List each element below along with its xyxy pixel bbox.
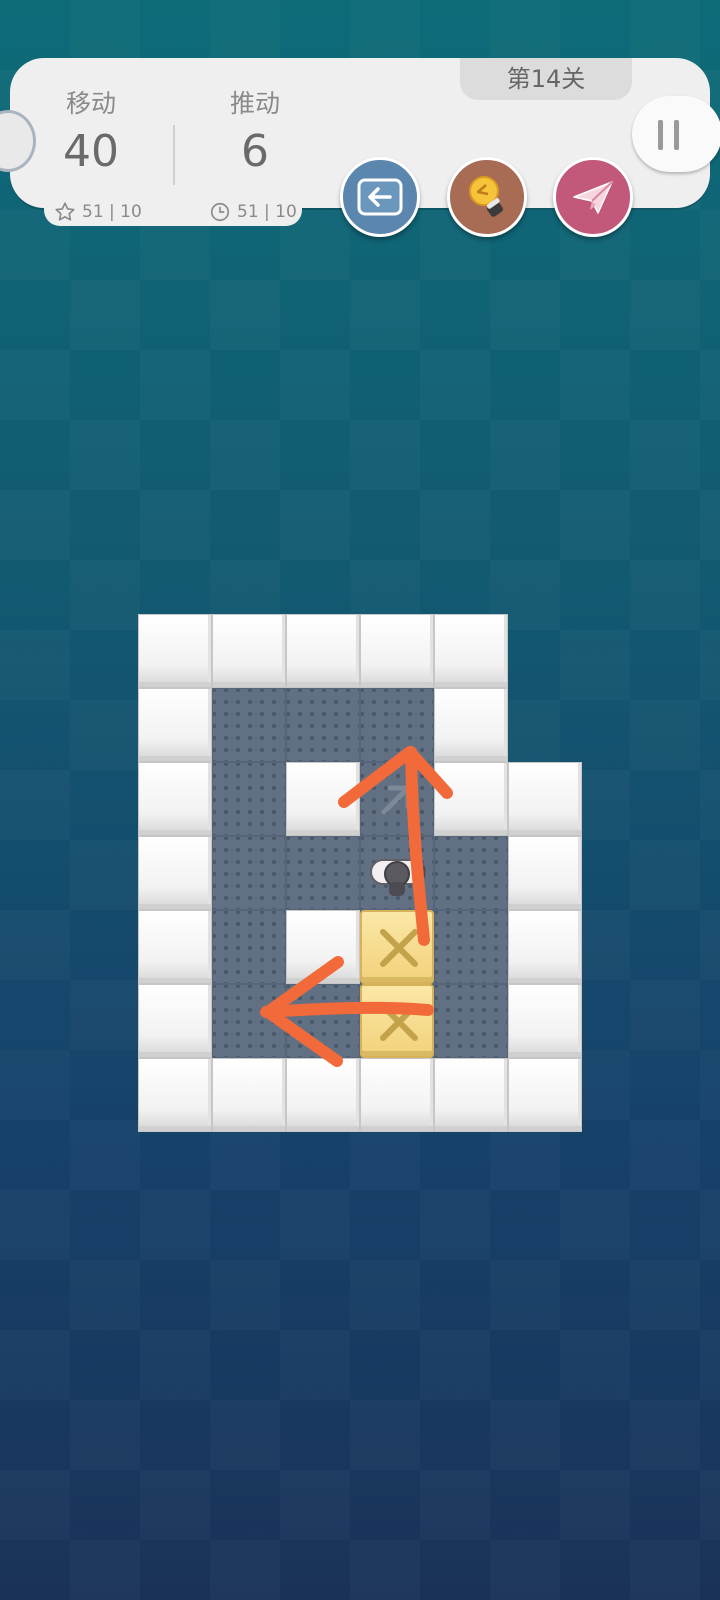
wall-tile — [138, 1058, 212, 1132]
wall-tile — [434, 1058, 508, 1132]
wall-tile — [508, 836, 582, 910]
wall-tile — [286, 614, 360, 688]
level-indicator: 第14关 — [460, 58, 632, 100]
wall-tile — [434, 762, 508, 836]
player-icon — [370, 859, 426, 896]
wall-tile — [138, 836, 212, 910]
wall-tile — [286, 910, 360, 984]
wall-tile — [138, 688, 212, 762]
crate-x-icon — [380, 929, 418, 967]
moves-count: 40 — [63, 126, 119, 177]
wall-tile — [212, 1058, 286, 1132]
clock-icon — [210, 202, 230, 222]
wall-tile — [138, 614, 212, 688]
wall-tile — [434, 688, 508, 762]
wall-tile — [138, 762, 212, 836]
floor-tile[interactable] — [212, 688, 286, 762]
wall-tile — [212, 614, 286, 688]
hint-button[interactable] — [447, 157, 527, 237]
wall-tile — [508, 910, 582, 984]
target-marker — [374, 776, 420, 822]
floor-tile[interactable] — [212, 910, 286, 984]
crate-box[interactable] — [360, 910, 434, 984]
pause-icon-bar-left — [658, 120, 663, 150]
pushes-target: 51 | 10 — [209, 201, 297, 223]
wall-tile — [434, 614, 508, 688]
pause-icon-bar-right — [674, 120, 679, 150]
crate-x-icon — [380, 1003, 418, 1041]
floor-tile[interactable] — [212, 762, 286, 836]
wall-tile — [508, 984, 582, 1058]
wall-tile — [508, 762, 582, 836]
crate-box[interactable] — [360, 984, 434, 1058]
floor-tile[interactable] — [434, 910, 508, 984]
player-character — [367, 856, 429, 904]
wall-tile — [138, 910, 212, 984]
moves-label: 移动 — [65, 89, 116, 118]
moves-target: 51 | 10 — [54, 201, 142, 223]
floor-tile[interactable] — [286, 984, 360, 1058]
share-button[interactable] — [553, 157, 633, 237]
paper-plane-icon — [573, 181, 613, 214]
floor-tile[interactable] — [360, 688, 434, 762]
floor-tile[interactable] — [286, 836, 360, 910]
wall-tile — [286, 1058, 360, 1132]
pause-button[interactable] — [632, 96, 720, 172]
undo-button[interactable] — [340, 157, 420, 237]
moves-target-text: 51 | 10 — [82, 202, 142, 222]
pushes-label: 推动 — [229, 89, 280, 118]
pushes-target-text: 51 | 10 — [237, 202, 297, 222]
star-outline-icon — [55, 202, 75, 221]
wall-tile — [508, 1058, 582, 1132]
stats-divider — [173, 125, 175, 185]
game-board[interactable] — [138, 614, 582, 1132]
floor-tile[interactable] — [434, 836, 508, 910]
floor-tile[interactable] — [434, 984, 508, 1058]
floor-tile[interactable] — [212, 836, 286, 910]
wall-tile — [286, 762, 360, 836]
wall-tile — [360, 614, 434, 688]
wall-tile — [138, 984, 212, 1058]
undo-arrow-icon — [357, 178, 403, 216]
floor-tile[interactable] — [212, 984, 286, 1058]
lightbulb-icon — [469, 176, 503, 217]
pushes-count: 6 — [241, 126, 269, 177]
floor-tile[interactable] — [286, 688, 360, 762]
wall-tile — [360, 1058, 434, 1132]
